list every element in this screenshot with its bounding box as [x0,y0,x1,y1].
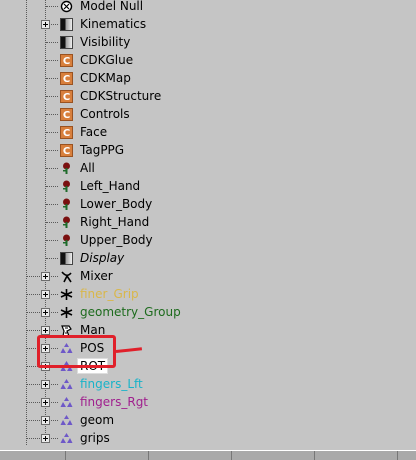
group-icon [60,306,73,319]
tree-item-label: fingers_Rgt [80,395,149,409]
tree-item-geometry-group[interactable]: geometry_Group [0,303,416,321]
expand-toggle-icon[interactable] [41,20,50,29]
tree-item-model-null[interactable]: Model Null [0,0,416,15]
tree-item-label: geometry_Group [80,305,181,319]
highlight-box [37,335,116,368]
display-icon [60,252,73,265]
null-icon [60,0,73,13]
tree-item-cdkmap[interactable]: C CDKMap [0,69,416,87]
tree-item-label: fingers_Lft [80,377,143,391]
tree-item-fingers-rgt[interactable]: fingers_Rgt [0,393,416,411]
tree-item-cdkglue[interactable]: C CDKGlue [0,51,416,69]
custom-property-icon: C [60,90,73,103]
mixer-icon [60,270,73,283]
tree-item-label: geom [80,413,115,427]
tree-item-grips[interactable]: grips [0,429,416,447]
expand-toggle-icon[interactable] [41,272,50,281]
keyable-param-icon [60,162,73,175]
explorer-tree: Model Null Kinematics Visibility C CDKGlue C C… [0,0,416,450]
expand-toggle-icon[interactable] [41,380,50,389]
tree-item-geom[interactable]: geom [0,411,416,429]
tree-item-label: Lower_Body [80,197,153,211]
keyable-param-icon [60,180,73,193]
tree-item-label: Upper_Body [80,233,153,247]
tree-connector [46,168,58,169]
expand-toggle-icon[interactable] [41,326,50,335]
tree-item-label: CDKMap [80,71,131,85]
tree-connector [46,114,58,115]
tree-item-label: finer_Grip [80,287,139,301]
tree-item-label: Model Null [80,0,144,13]
tree-connector [46,240,58,241]
null-cluster-icon [60,396,73,409]
custom-property-icon: C [60,72,73,85]
expand-toggle-icon[interactable] [41,398,50,407]
tree-item-label: Left_Hand [80,179,141,193]
tree-connector [46,222,58,223]
tree-connector [46,6,58,7]
custom-property-icon: C [60,108,73,121]
tree-connector [46,78,58,79]
tree-item-upper-body[interactable]: Upper_Body [0,231,416,249]
tree-item-label: Mixer [80,269,113,283]
tree-item-kinematics[interactable]: Kinematics [0,15,416,33]
tree-item-label: All [80,161,95,175]
tree-item-visibility[interactable]: Visibility [0,33,416,51]
tree-item-label: CDKGlue [80,53,134,67]
tree-item-controls[interactable]: C Controls [0,105,416,123]
null-cluster-icon [60,414,73,427]
expand-toggle-icon[interactable] [41,416,50,425]
tree-item-label: Face [80,125,108,139]
tree-item-cdkstructure[interactable]: C CDKStructure [0,87,416,105]
tree-connector [46,42,58,43]
tree-connector [46,186,58,187]
group-icon [60,288,73,301]
tree-connector [46,132,58,133]
kinematics-icon [60,18,73,31]
custom-property-icon: C [60,126,73,139]
tree-item-finer-grip[interactable]: finer_Grip [0,285,416,303]
tree-connector [46,204,58,205]
tree-item-fingers-lft[interactable]: fingers_Lft [0,375,416,393]
custom-property-icon: C [60,54,73,67]
tree-item-label: CDKStructure [80,89,162,103]
expand-toggle-icon[interactable] [41,308,50,317]
tree-connector [46,60,58,61]
tree-item-label: Visibility [80,35,131,49]
null-cluster-icon [60,378,73,391]
tree-item-label: Display [80,251,125,265]
tree-item-face[interactable]: C Face [0,123,416,141]
tree-item-label: Controls [80,107,130,121]
custom-property-icon: C [60,144,73,157]
keyable-param-icon [60,234,73,247]
tree-connector [46,150,58,151]
tree-connector [46,96,58,97]
tree-item-tagppg[interactable]: C TagPPG [0,141,416,159]
tree-item-lower-body[interactable]: Lower_Body [0,195,416,213]
tree-item-mixer[interactable]: Mixer [0,267,416,285]
tree-connector [46,258,58,259]
tree-item-right-hand[interactable]: Right_Hand [0,213,416,231]
keyable-param-icon [60,216,73,229]
tree-item-all[interactable]: All [0,159,416,177]
tree-item-label: Right_Hand [80,215,150,229]
tree-item-label: Kinematics [80,17,147,31]
tree-item-label: grips [80,431,110,445]
null-cluster-icon [60,432,73,445]
keyable-param-icon [60,198,73,211]
expand-toggle-icon[interactable] [41,290,50,299]
visibility-icon [60,36,73,49]
tree-item-label: TagPPG [80,143,125,157]
tree-item-left-hand[interactable]: Left_Hand [0,177,416,195]
expand-toggle-icon[interactable] [41,434,50,443]
tree-item-display[interactable]: Display [0,249,416,267]
